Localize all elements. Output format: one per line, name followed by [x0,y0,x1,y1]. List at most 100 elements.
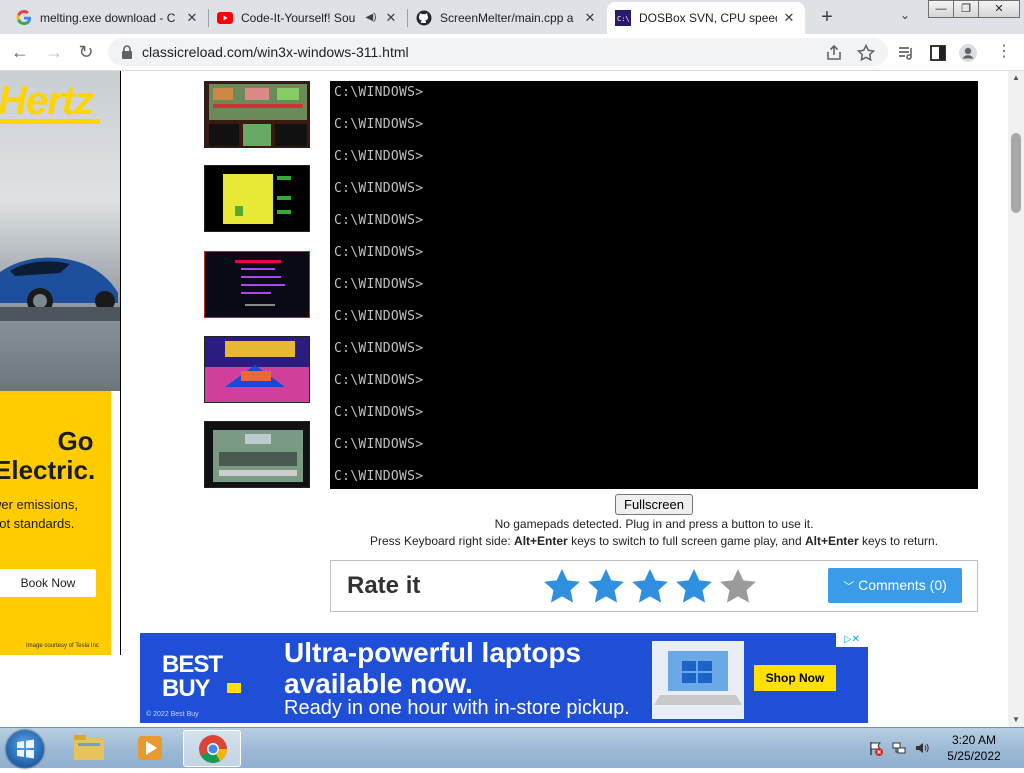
speaker-icon[interactable]: ◀) [363,10,379,26]
folder-icon [74,735,104,760]
start-button[interactable] [6,730,44,768]
scrollbar-thumb[interactable] [1011,133,1021,213]
book-now-button[interactable]: Book Now [0,569,96,597]
rating-star-4-icon[interactable] [674,567,714,607]
url-text[interactable]: classicreload.com/win3x-windows-311.html [142,44,409,60]
github-icon [416,10,432,26]
kb-hint-key: Alt+Enter [514,534,568,548]
tab-title: DOSBox SVN, CPU speed [639,11,777,25]
rate-it-label: Rate it [347,572,421,599]
game-thumbnail[interactable] [204,165,310,232]
bookmark-star-icon[interactable] [856,43,876,63]
chrome-icon [199,735,227,763]
ad-headline-electric: Electric. [0,455,96,485]
dos-prompt-line: C:\WINDOWS> [334,309,424,324]
bestbuy-logo-line: BEST [162,651,223,678]
ad-headline: Ultra-powerful laptops available now. [284,637,581,699]
tab-melting-download[interactable]: melting.exe download - C ✕ [8,2,208,34]
rating-star-2-icon[interactable] [586,567,626,607]
forward-button[interactable]: → [42,40,66,64]
kb-hint-key: Alt+Enter [804,534,859,548]
game-thumbnail[interactable] [204,81,310,148]
hertz-ad[interactable]: Hertz Go Electric. wer emissions, not st… [0,71,121,655]
dos-prompt-line: C:\WINDOWS> [334,117,424,132]
dos-prompt-line: C:\WINDOWS> [334,469,424,484]
network-icon[interactable] [891,740,907,756]
reload-button[interactable]: ↻ [74,40,98,64]
scroll-up-arrow-icon[interactable]: ▲ [1008,71,1024,85]
dosbox-icon: C:\ [615,10,631,26]
tab-dosbox-active[interactable]: C:\ DOSBox SVN, CPU speed ✕ [607,2,805,34]
dos-prompt-line: C:\WINDOWS> [334,245,424,260]
ad-headline-go: Go [57,426,94,456]
scroll-down-arrow-icon[interactable]: ▼ [1008,713,1024,727]
action-center-flag-icon[interactable] [868,740,884,756]
bestbuy-logo-line: BUY [162,675,211,702]
comments-button[interactable]: ﹀ Comments (0) [828,568,962,603]
dos-prompt-line: C:\WINDOWS> [334,405,424,420]
chrome-menu-icon[interactable]: ⋮ [992,40,1016,64]
adchoices-icon[interactable]: ▷✕ [836,633,868,647]
ad-yellow-panel: Go Electric. wer emissions, not standard… [0,391,111,655]
tab-title: ScreenMelter/main.cpp a [440,11,574,25]
rating-star-5-icon[interactable] [718,567,758,607]
system-clock[interactable]: 3:20 AM 5/25/2022 [940,732,1008,764]
taskbar-media-player[interactable] [122,730,180,767]
address-bar[interactable]: classicreload.com/win3x-windows-311.html [108,38,888,66]
window-close-button[interactable]: ✕ [978,0,1020,18]
game-thumbnail[interactable] [204,336,310,403]
ad-headline-line: available now. [284,668,473,699]
taskbar-chrome[interactable] [183,730,241,767]
tab-code-it-yourself[interactable]: Code-It-Yourself! Sou ◀) ✕ [209,2,407,34]
tesla-car-image [0,257,120,321]
close-tab-icon[interactable]: ✕ [781,10,797,26]
keyboard-hint: Press Keyboard right side: Alt+Enter key… [330,534,978,548]
profile-avatar-icon[interactable] [958,43,978,63]
dos-prompt-line: C:\WINDOWS> [334,213,424,228]
kb-hint-text: keys to return. [858,534,939,548]
ad-body-text: wer emissions, not standards. [0,495,78,533]
dos-prompt-line: C:\WINDOWS> [334,85,424,100]
reading-list-icon[interactable] [896,43,916,63]
laptop-image [652,641,744,719]
rating-star-1-icon[interactable] [542,567,582,607]
volume-icon[interactable] [914,740,930,756]
fullscreen-button[interactable]: Fullscreen [615,494,693,515]
clock-date: 5/25/2022 [947,749,1001,763]
rating-star-3-icon[interactable] [630,567,670,607]
close-tab-icon[interactable]: ✕ [184,10,200,26]
chevron-down-icon: ﹀ [843,581,855,593]
tab-screenmelter[interactable]: ScreenMelter/main.cpp a ✕ [408,2,606,34]
shop-now-button[interactable]: Shop Now [754,665,836,691]
back-button[interactable]: ← [8,40,32,64]
dosbox-game-screen[interactable]: C:\WINDOWS> C:\WINDOWS> C:\WINDOWS> C:\W… [330,81,978,489]
youtube-icon [217,10,233,26]
side-panel-icon[interactable] [928,43,948,63]
dos-prompt-line: C:\WINDOWS> [334,277,424,292]
windows-logo-icon [17,739,34,759]
svg-text:C:\: C:\ [617,15,630,23]
page-scrollbar[interactable]: ▲ ▼ [1008,71,1024,727]
gamepad-message: No gamepads detected. Plug in and press … [494,517,814,531]
bestbuy-ad[interactable]: BEST BUY © 2022 Best Buy Ultra-powerful … [140,633,868,723]
clock-time: 3:20 AM [951,733,997,747]
rating-panel: Rate it ﹀ Comments (0) [330,560,978,612]
new-tab-button[interactable]: + [816,6,838,28]
game-thumbnail[interactable] [204,421,310,488]
maximize-button[interactable]: ❐ [953,0,979,18]
taskbar-explorer[interactable] [60,730,118,767]
minimize-button[interactable]: — [928,0,954,18]
game-thumbnail[interactable] [204,251,310,318]
dos-prompt-line: C:\WINDOWS> [334,341,424,356]
tab-title: melting.exe download - C [40,11,176,25]
close-tab-icon[interactable]: ✕ [383,10,399,26]
bestbuy-tag-icon [227,683,241,693]
share-icon[interactable] [824,43,844,63]
lock-icon[interactable] [120,44,134,60]
page-content: Hertz Go Electric. wer emissions, not st… [0,71,1008,727]
tab-search-chevron-icon[interactable]: ⌄ [896,8,914,26]
dos-prompt-line: C:\WINDOWS> [334,437,424,452]
close-tab-icon[interactable]: ✕ [582,10,598,26]
dos-prompt-line: C:\WINDOWS> [334,149,424,164]
hertz-logo-bar [0,119,100,124]
